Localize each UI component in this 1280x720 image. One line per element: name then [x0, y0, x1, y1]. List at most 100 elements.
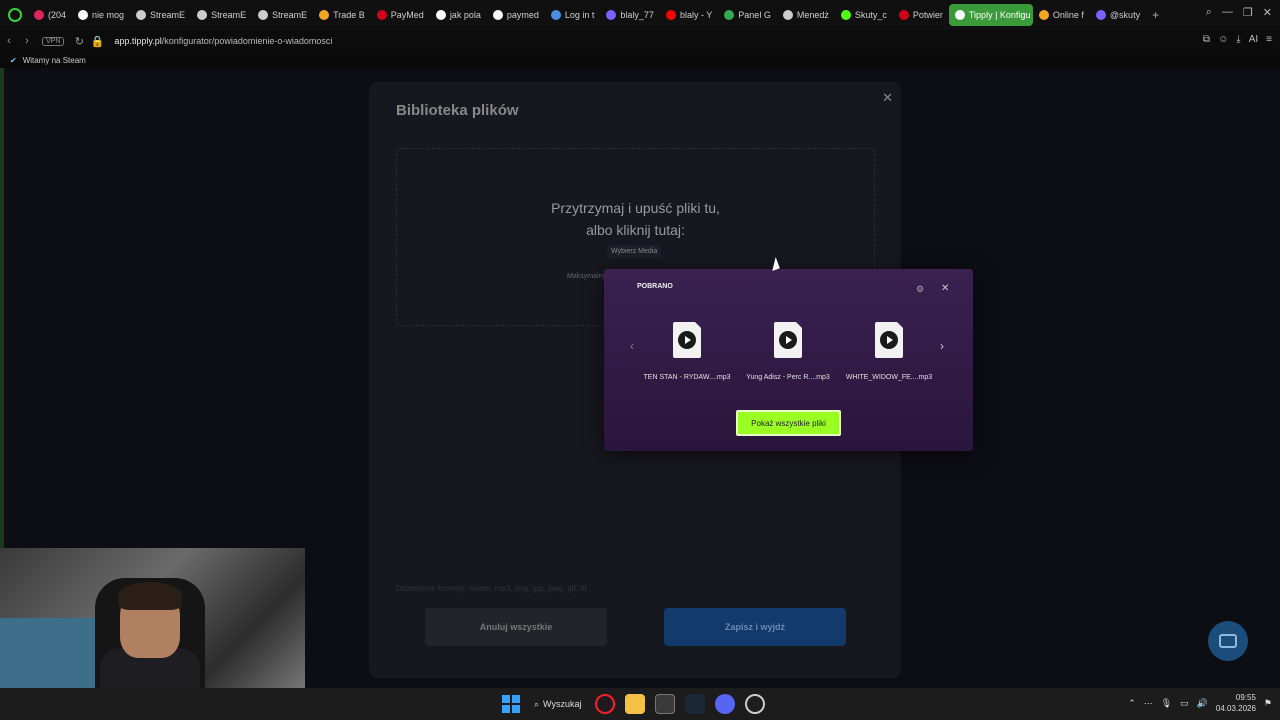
menu-icon[interactable]: ≡ — [1266, 34, 1272, 45]
tab-label: Panel G — [738, 10, 771, 20]
browser-tab[interactable]: nie mog — [72, 4, 130, 26]
file-name: TEN STAN - RYDAW....mp3 — [643, 374, 731, 381]
tab-label: Skuty_c — [854, 10, 887, 20]
modal-title: Biblioteka plików — [396, 102, 519, 119]
search-icon: ⌕ — [534, 698, 540, 709]
tab-active[interactable]: Tipply | Konfigu — [948, 4, 1033, 26]
tipply-favicon-icon — [954, 10, 965, 20]
download-file-item[interactable]: TEN STAN - RYDAW....mp3 — [639, 322, 735, 381]
tab-label: blaly - Y — [679, 10, 713, 20]
windows-start-icon[interactable] — [502, 695, 520, 713]
tab-favicon-icon — [258, 10, 269, 20]
settings-gear-icon[interactable]: ⚙ — [916, 284, 924, 295]
discord-icon[interactable] — [715, 694, 736, 714]
popup-close-icon[interactable]: ✕ — [941, 283, 949, 294]
choose-media-button[interactable]: Wybierz Media — [607, 245, 662, 258]
minimize-icon[interactable]: — — [1222, 6, 1233, 19]
new-tab-icon[interactable]: + — [1152, 8, 1159, 22]
browser-tab[interactable]: jak pola — [430, 4, 487, 26]
microphone-icon[interactable]: 🎙 — [1161, 698, 1172, 709]
tab-label: blaly_77 — [620, 10, 654, 20]
tab-favicon-icon — [34, 10, 44, 20]
browser-tab[interactable]: Potwier — [893, 4, 949, 26]
modal-close-icon[interactable]: ✕ — [882, 90, 893, 106]
download-file-item[interactable]: WHITE_WIDOW_FE....mp3 — [841, 322, 937, 381]
search-label: Wyszukaj — [543, 699, 582, 709]
store-icon[interactable] — [655, 694, 676, 714]
display-icon[interactable]: ▭ — [1180, 698, 1189, 709]
tab-favicon-icon — [1038, 10, 1049, 20]
prev-arrow-icon[interactable]: ‹ — [630, 339, 634, 353]
browser-tab[interactable]: Panel G — [718, 4, 777, 26]
browser-tab[interactable]: PayMed — [371, 4, 430, 26]
chat-icon — [1219, 634, 1237, 648]
tab-label: Online f — [1052, 10, 1084, 20]
tab-favicon-icon — [319, 10, 330, 20]
steam-icon[interactable] — [685, 694, 706, 714]
app-icon[interactable] — [745, 694, 766, 714]
url-field[interactable]: app.tipply.pl/konfigurator/powiadomienie… — [114, 36, 332, 46]
dropzone-line-2: albo kliknij tutaj: — [586, 222, 685, 238]
notifications-icon[interactable]: ⚑ — [1264, 698, 1272, 709]
vpn-badge[interactable]: VPN — [42, 36, 65, 46]
save-and-exit-button[interactable]: Zapisz i wyjdź — [664, 608, 846, 646]
file-name: Yung Adisz - Perc R....mp3 — [746, 374, 830, 381]
close-window-icon[interactable]: ✕ — [1263, 6, 1272, 19]
url-path: /konfigurator/powiadomienie-o-wiadomosci — [161, 36, 333, 46]
download-file-item[interactable]: Yung Adisz - Perc R....mp3 — [740, 322, 836, 381]
reload-icon[interactable]: ↻ — [70, 35, 88, 48]
tab-label: Tipply | Konfigu — [968, 10, 1031, 20]
downloads-popup: POBRANO ⚙ ✕ ‹ › TEN STAN - RYDAW....mp3 … — [604, 269, 973, 451]
tray-chevron-icon[interactable]: ⌃ — [1128, 698, 1136, 709]
tab-label: Menedż — [796, 10, 829, 20]
opera-logo-icon[interactable] — [8, 8, 22, 22]
cancel-all-button[interactable]: Anuluj wszystkie — [425, 608, 607, 646]
address-bar: ‹ › VPN ↻ 🔒 app.tipply.pl/konfigurator/p… — [0, 30, 1280, 52]
browser-tab[interactable]: StreamE — [130, 4, 191, 26]
allowed-formats: Dozwolone formaty: webm, mp3, png, jpg, … — [396, 584, 587, 593]
browser-tab[interactable]: Log in t — [545, 4, 601, 26]
tab-favicon-icon — [550, 10, 561, 20]
browser-tab[interactable]: blaly - Y — [660, 4, 718, 26]
browser-tab[interactable]: StreamE — [252, 4, 313, 26]
audio-file-icon — [673, 322, 701, 358]
profile-icon[interactable]: ☺ — [1218, 34, 1228, 45]
support-chat-button[interactable] — [1208, 621, 1248, 661]
browser-tab[interactable]: blaly_77 — [600, 4, 660, 26]
ai-button[interactable]: AI — [1249, 34, 1258, 45]
tab-label: StreamE — [150, 10, 186, 20]
browser-tab[interactable]: StreamE — [191, 4, 252, 26]
search-tabs-icon[interactable]: ⌕ — [1206, 6, 1212, 19]
clock-time: 09:55 — [1235, 693, 1256, 702]
browser-tab[interactable]: Menedż — [777, 4, 835, 26]
opera-app-icon[interactable] — [595, 694, 616, 714]
bookmark-steam[interactable]: Witamy na Steam — [23, 56, 86, 65]
network-icon[interactable]: ⋯ — [1144, 698, 1153, 709]
browser-tab[interactable]: @skuty — [1090, 4, 1146, 26]
tab-label: @skuty — [1109, 10, 1141, 20]
extensions-icon[interactable]: ⧉ — [1203, 34, 1210, 45]
taskbar-search[interactable]: ⌕ Wyszukaj — [530, 699, 585, 710]
tab-favicon-icon — [78, 10, 89, 20]
forward-icon[interactable]: › — [18, 35, 36, 47]
volume-icon[interactable]: 🔊 — [1197, 698, 1208, 709]
play-icon — [678, 331, 696, 349]
show-all-files-button[interactable]: Pokaż wszystkie pliki — [736, 410, 841, 436]
tab-label: Trade B — [333, 10, 365, 20]
browser-tab[interactable]: paymed — [487, 4, 545, 26]
tab-label: nie mog — [92, 10, 125, 20]
browser-tab-bar: (204 nie mog StreamE StreamE StreamE Trade B P… — [0, 0, 1280, 30]
next-arrow-icon[interactable]: › — [940, 339, 944, 353]
download-icon[interactable]: ⤓ — [1236, 34, 1240, 45]
file-explorer-icon[interactable] — [625, 694, 646, 714]
browser-tab[interactable]: (204 — [28, 4, 72, 26]
clock[interactable]: 09:55 04.03.2026 — [1216, 692, 1256, 714]
browser-tab[interactable]: Trade B — [313, 4, 371, 26]
browser-tab[interactable]: Online f — [1033, 4, 1090, 26]
browser-tab[interactable]: Skuty_c — [835, 4, 893, 26]
tab-favicon-icon — [197, 10, 208, 20]
lock-icon[interactable]: 🔒 — [88, 35, 106, 48]
back-icon[interactable]: ‹ — [0, 35, 18, 47]
play-icon — [779, 331, 797, 349]
maximize-icon[interactable]: ❐ — [1243, 6, 1253, 19]
